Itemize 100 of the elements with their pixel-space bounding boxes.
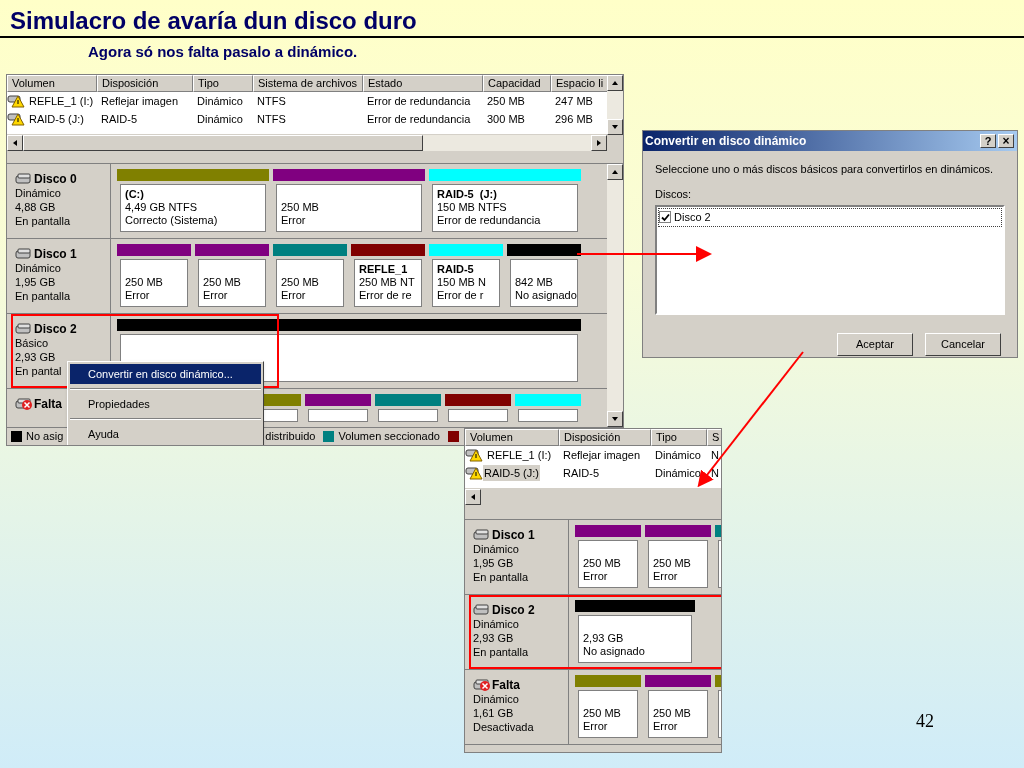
table-cell-text: Reflejar imagen <box>100 93 180 109</box>
disk-list-item[interactable]: Disco 2 <box>674 209 711 226</box>
column-header[interactable]: Disposición <box>97 75 193 92</box>
partition-info: 250 MB <box>281 276 320 289</box>
partition-info: Error de re <box>359 289 413 302</box>
partition-info: 250 MB <box>653 707 692 720</box>
menu-item[interactable]: Ayuda <box>70 424 261 444</box>
table-cell-text: Reflejar imagen <box>562 447 642 463</box>
partition[interactable]: 250 MB Error <box>271 167 427 235</box>
table-cell-text: Dinámico <box>654 447 702 463</box>
menu-item[interactable]: Convertir en disco dinámico... <box>70 364 261 384</box>
disk-info: Desactivada <box>473 720 535 734</box>
disk-info: Dinámico <box>15 261 62 275</box>
partition-info: 250 MB NT <box>359 276 416 289</box>
partition[interactable]: 842 MB No asignado <box>505 242 583 310</box>
disk-info: En pantalla <box>473 645 530 659</box>
partition[interactable]: 250 MB Error <box>271 242 349 310</box>
help-button[interactable]: ? <box>980 134 996 148</box>
volume-label: RAID-5 (J:) <box>437 188 498 201</box>
column-header[interactable]: Tipo <box>193 75 253 92</box>
column-header[interactable]: Volumen <box>465 429 559 446</box>
vertical-scrollbar[interactable] <box>607 164 623 427</box>
legend-label: No asig <box>26 429 64 445</box>
disk-info: 2,93 GB <box>15 350 57 364</box>
legend-label: distribuido <box>265 429 316 445</box>
disk-name: Disco 1 <box>34 247 77 261</box>
table-cell-text: 296 MB <box>554 111 594 127</box>
disk-info: Dinámico <box>473 617 520 631</box>
partition-info: Correcto (Sistema) <box>125 214 219 227</box>
legend-label: Volumen seccionado <box>338 429 440 445</box>
partition[interactable]: 250 MB Error <box>193 242 271 310</box>
disk-info: 1,61 GB <box>473 706 515 720</box>
list-label: Discos: <box>655 186 693 202</box>
menu-item[interactable]: Propiedades <box>70 394 261 414</box>
column-header[interactable]: Capacidad <box>483 75 551 92</box>
disk-info: Básico <box>15 336 50 350</box>
table-cell-text: 250 MB <box>486 93 526 109</box>
column-header[interactable]: Volumen <box>7 75 97 92</box>
partition[interactable]: RAID-5 (J:) 150 MB NTFS Error de redundancia <box>427 167 583 235</box>
disk-name: Falta <box>34 397 62 411</box>
slide-title: Simulacro de avaría dun disco duro <box>10 9 417 33</box>
checkbox[interactable] <box>659 211 671 224</box>
table-cell-text: RAID-5 (J:) <box>28 111 85 127</box>
column-header[interactable]: Tipo <box>651 429 707 446</box>
column-header[interactable]: Estado <box>363 75 483 92</box>
table-cell: RAID-5 (J:) <box>483 464 540 482</box>
table-cell-text: REFLE_1 (I:) <box>486 447 553 463</box>
disk-name: Disco 0 <box>34 172 77 186</box>
disk-info: Dinámico <box>15 186 62 200</box>
table-cell-text: N <box>710 465 720 481</box>
dialog-button[interactable]: Aceptar <box>837 333 913 356</box>
volume-label: (C:) <box>125 188 145 201</box>
table-cell-text: Error de redundancia <box>366 93 472 109</box>
partition-info: 250 MB <box>281 201 320 214</box>
disk-info: 4,88 GB <box>15 200 57 214</box>
vertical-scrollbar[interactable] <box>607 75 623 135</box>
partition[interactable]: RAID-5 150 MB N Error de r <box>427 242 505 310</box>
partition-info: 2,93 GB <box>583 632 625 645</box>
column-header[interactable]: Espacio li <box>551 75 607 92</box>
disk-name: Disco 1 <box>492 528 535 542</box>
scrollbar-thumb[interactable] <box>23 135 423 151</box>
volume-label: REFLE_1 <box>359 263 409 276</box>
column-header[interactable]: S <box>707 429 721 446</box>
partition-info: Error <box>281 289 307 302</box>
table-cell-text: REFLE_1 (I:) <box>28 93 95 109</box>
disk-info: 1,95 GB <box>473 556 515 570</box>
horizontal-scrollbar[interactable] <box>7 135 607 151</box>
table-cell-text: Dinámico <box>196 111 244 127</box>
table-cell-text: Dinámico <box>196 93 244 109</box>
dialog-button[interactable]: Cancelar <box>925 333 1001 356</box>
partition-info: Error <box>203 289 229 302</box>
partition-info: 842 MB <box>515 276 554 289</box>
disk-info: 2,93 GB <box>473 631 515 645</box>
partition[interactable]: 250 MB Error <box>643 523 713 591</box>
partition[interactable]: 250 MB Error <box>643 673 713 741</box>
page-number: 42 <box>916 710 934 733</box>
partition[interactable]: 2,93 GB No asignado <box>573 598 697 666</box>
partition[interactable]: REFLE_1 250 MB NT Error de re <box>349 242 427 310</box>
partition[interactable]: (C:) 4,49 GB NTFS Correcto (Sistema) <box>115 167 271 235</box>
disk-info: Dinámico <box>473 542 520 556</box>
partition[interactable]: 250 MB Error <box>573 673 643 741</box>
partition[interactable]: 250 MB Error <box>573 523 643 591</box>
disk-list[interactable]: Disco 2 <box>655 205 1005 315</box>
partition-info: 250 MB <box>653 557 692 570</box>
close-button[interactable]: × <box>998 134 1014 148</box>
partition-info: Error <box>281 214 307 227</box>
partition[interactable]: 250 MB Error <box>115 242 193 310</box>
table-cell-text: NTFS <box>256 93 287 109</box>
partition-info: 150 MB NTFS <box>437 201 508 214</box>
disk-info: En pantalla <box>15 289 72 303</box>
partition-info: 150 MB N <box>437 276 487 289</box>
column-header[interactable]: Sistema de archivos <box>253 75 363 92</box>
table-cell-text: Error de redundancia <box>366 111 472 127</box>
disk-name: Falta <box>492 678 520 692</box>
table-cell-text: N <box>710 447 720 463</box>
column-header[interactable]: Disposición <box>559 429 651 446</box>
warning-disk-icon <box>465 448 483 462</box>
window-title: Convertir en disco dinámico <box>645 133 808 150</box>
warning-disk-icon <box>465 466 483 480</box>
disk-info: Dinámico <box>473 692 520 706</box>
